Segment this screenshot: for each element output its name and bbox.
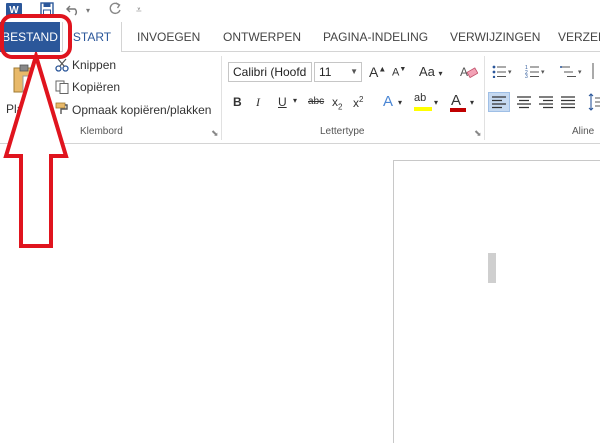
group-label-klembord: Klembord	[80, 126, 123, 137]
svg-text:▾: ▾	[541, 69, 545, 76]
redo-icon[interactable]	[108, 2, 122, 19]
document-area	[0, 145, 600, 443]
svg-text:3: 3	[525, 74, 528, 78]
line-spacing-icon[interactable]	[588, 92, 600, 117]
bold-button[interactable]: B	[233, 95, 242, 109]
highlight-color-bar	[414, 107, 432, 111]
tab-verzendlijsten[interactable]: VERZEN	[558, 22, 600, 52]
grow-font-button[interactable]: A▲	[369, 64, 386, 80]
multilevel-list-icon[interactable]: ▾	[560, 64, 584, 83]
numbering-icon[interactable]: 1 2 3 ▾	[525, 64, 547, 83]
group-label-lettertype: Lettertype	[320, 126, 365, 137]
svg-text:▾: ▾	[578, 69, 582, 76]
klembord-launcher-icon[interactable]: ⬊	[211, 128, 219, 139]
underline-dropdown-icon[interactable]: ▾	[293, 96, 297, 105]
italic-button[interactable]: I	[256, 95, 260, 110]
align-left-button[interactable]	[488, 92, 510, 112]
undo-dropdown-icon[interactable]: ▾	[86, 2, 90, 19]
copy-button[interactable]: Kopiëren	[72, 80, 120, 94]
decrease-indent-icon[interactable]	[592, 62, 600, 85]
underline-button[interactable]: U	[278, 95, 287, 109]
ribbon: Plakken Knippen Kopiëren Opmaak kopiëren…	[0, 52, 600, 144]
cut-button[interactable]: Knippen	[72, 58, 116, 72]
highlight-dropdown-icon[interactable]: ▾	[434, 98, 438, 107]
bullets-icon[interactable]: ▾	[492, 64, 514, 83]
text-effects-button[interactable]: A	[383, 93, 393, 110]
customize-toolbar-icon[interactable]: ⩡	[136, 2, 142, 19]
chevron-down-icon: ▼	[350, 67, 358, 76]
ribbon-tabs: BESTAND START INVOEGEN ONTWERPEN PAGINA-…	[0, 22, 600, 53]
svg-text:▾: ▾	[508, 69, 512, 76]
subscript-button[interactable]: x2	[332, 95, 342, 111]
document-page[interactable]	[393, 160, 600, 443]
font-size-select[interactable]: 11 ▼	[314, 62, 362, 82]
highlight-button[interactable]: ab	[414, 92, 426, 104]
lettertype-launcher-icon[interactable]: ⬊	[474, 128, 482, 139]
shrink-font-button[interactable]: A▼	[392, 66, 406, 79]
group-divider	[221, 56, 222, 140]
tab-pagina-indeling[interactable]: PAGINA-INDELING	[323, 22, 428, 52]
align-center-icon[interactable]	[514, 93, 534, 116]
tab-verwijzingen[interactable]: VERWIJZINGEN	[450, 22, 540, 52]
font-color-button[interactable]: A	[451, 92, 461, 109]
font-color-dropdown-icon[interactable]: ▾	[470, 98, 474, 107]
text-cursor	[488, 253, 496, 283]
font-color-bar	[450, 108, 466, 112]
group-label-alinea: Aline	[572, 126, 595, 137]
superscript-button[interactable]: x2	[353, 95, 363, 110]
svg-text:A: A	[460, 65, 468, 79]
change-case-button[interactable]: Aa ▾	[419, 64, 443, 79]
clear-formatting-icon[interactable]: A	[460, 64, 479, 85]
group-divider	[484, 56, 485, 140]
annotation-arrow-icon	[3, 52, 69, 248]
text-effects-dropdown-icon[interactable]: ▾	[398, 98, 402, 107]
justify-icon[interactable]	[558, 93, 578, 116]
tab-ontwerpen[interactable]: ONTWERPEN	[223, 22, 301, 52]
format-painter-button[interactable]: Opmaak kopiëren/plakken	[72, 103, 211, 117]
tab-invoegen[interactable]: INVOEGEN	[137, 22, 200, 52]
align-right-icon[interactable]	[536, 93, 556, 116]
font-size-value: 11	[319, 65, 332, 79]
font-name-select[interactable]: Calibri (Hoofd	[228, 62, 312, 82]
strikethrough-button[interactable]: abc	[308, 96, 324, 107]
font-name-value: Calibri (Hoofd	[233, 65, 307, 79]
quick-access-toolbar: W ▾ ⩡	[0, 0, 600, 22]
